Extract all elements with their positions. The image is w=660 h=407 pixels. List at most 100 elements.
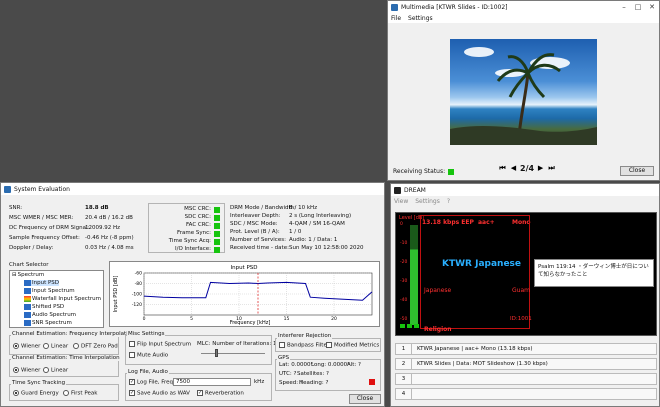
mlc-slider-track[interactable] bbox=[201, 353, 265, 354]
radio-icon bbox=[63, 390, 69, 396]
stat-label: Doppler / Delay: bbox=[9, 245, 54, 251]
mute-audio-checkbox[interactable]: Mute Audio bbox=[129, 352, 168, 359]
service-row-1[interactable]: 1 KTWR Japanese | aac+ Mono (13.18 kbps) bbox=[395, 343, 657, 355]
service-row-4[interactable]: 4 bbox=[395, 388, 657, 400]
collapse-icon[interactable]: ⊟ bbox=[12, 272, 17, 278]
chart-selector-title: Chart Selector bbox=[9, 262, 49, 268]
misc-settings-group bbox=[125, 335, 272, 365]
stat-value: 0.03 Hz / 4.08 ms bbox=[85, 245, 134, 251]
chart-icon bbox=[24, 288, 31, 294]
radio-icon bbox=[73, 343, 79, 349]
radio-icon bbox=[13, 367, 19, 373]
radio-dft-freq[interactable]: DFT Zero Pad bbox=[73, 343, 118, 350]
program-type-label: Religion bbox=[424, 326, 452, 333]
next-slide-icon[interactable]: ▶ bbox=[536, 163, 545, 173]
menu-settings[interactable]: Settings bbox=[408, 15, 433, 22]
first-slide-icon[interactable]: ⏮ bbox=[498, 163, 507, 173]
gps-alt: Alt: ? bbox=[347, 362, 361, 368]
radio-wiener-time[interactable]: Wiener bbox=[13, 367, 40, 374]
gps-long: Long: 0.0000° bbox=[311, 362, 350, 368]
crc-indicator bbox=[214, 215, 220, 221]
y-tick-label: -80 bbox=[135, 281, 142, 287]
station-display: Level [dB] 0 -10 -20 -30 -40 -50 13.18 k… bbox=[395, 212, 657, 336]
service-row-3[interactable]: 3 bbox=[395, 373, 657, 385]
misc-settings-title: Misc Settings bbox=[127, 331, 166, 337]
menu-file[interactable]: File bbox=[391, 15, 401, 22]
checkbox-icon: ✓ bbox=[197, 390, 203, 396]
close-icon[interactable]: ✕ bbox=[645, 3, 659, 11]
x-tick-label: 5 bbox=[190, 316, 193, 322]
radio-linear-time[interactable]: Linear bbox=[43, 367, 68, 374]
level-tick: -20 bbox=[400, 260, 408, 265]
radio-icon bbox=[43, 343, 49, 349]
y-tick-label: -120 bbox=[132, 302, 142, 308]
stat-value: -0.46 Hz (-8 ppm) bbox=[85, 235, 134, 241]
radio-icon bbox=[43, 367, 49, 373]
close-button[interactable]: Close bbox=[620, 166, 654, 176]
country-label: Guam bbox=[512, 287, 530, 294]
minimize-icon[interactable]: – bbox=[617, 3, 631, 11]
level-tick: 0 bbox=[400, 222, 403, 227]
crc-indicator bbox=[214, 207, 220, 213]
mlc-slider-thumb[interactable] bbox=[215, 349, 218, 357]
log-file-title: Log File, Audio bbox=[127, 369, 169, 375]
service-row-2[interactable]: 2 KTWR Slides | Data: MOT Slideshow (1.30… bbox=[395, 358, 657, 370]
maximize-icon[interactable]: □ bbox=[631, 3, 645, 11]
crc-label: SDC CRC: bbox=[184, 214, 211, 220]
param-value: 2 s (Long Interleaving) bbox=[289, 213, 352, 219]
dream-titlebar[interactable]: DREAM bbox=[391, 184, 659, 196]
tree-item-shifted-psd[interactable]: Shifted PSD bbox=[24, 304, 64, 310]
chart-icon bbox=[24, 320, 31, 326]
tree-item-snr-spectrum[interactable]: SNR Spectrum bbox=[24, 320, 72, 326]
radio-guard-energy[interactable]: Guard Energy bbox=[13, 390, 59, 397]
crc-indicator bbox=[214, 247, 220, 253]
tree-item-spectrum[interactable]: ⊟ Spectrum bbox=[12, 272, 44, 278]
system-eval-titlebar[interactable]: System Evaluation bbox=[1, 183, 384, 195]
last-slide-icon[interactable]: ⏭ bbox=[547, 163, 556, 173]
crc-indicator bbox=[214, 231, 220, 237]
time-sync-title: Time Sync Tracking bbox=[11, 380, 67, 386]
stat-value: 18.8 dB bbox=[85, 205, 109, 211]
level-meter-fill bbox=[410, 225, 418, 325]
param-label: SDC / MSC Mode: bbox=[230, 221, 278, 227]
station-info-frame bbox=[420, 215, 530, 329]
radio-first-peak[interactable]: First Peak bbox=[63, 390, 97, 397]
stat-label: Sample Frequency Offset: bbox=[9, 235, 80, 241]
menubar: View Settings ? bbox=[391, 196, 659, 206]
close-button[interactable]: Close bbox=[349, 394, 381, 404]
checkbox-icon bbox=[279, 342, 285, 348]
dream-app-icon bbox=[394, 186, 401, 194]
status-led bbox=[407, 324, 412, 328]
radio-linear-freq[interactable]: Linear bbox=[43, 343, 68, 350]
checkbox-icon bbox=[129, 352, 135, 358]
stat-value: 12009.92 Hz bbox=[85, 225, 121, 231]
menu-settings[interactable]: Settings bbox=[415, 198, 440, 205]
level-tick: -10 bbox=[400, 241, 408, 246]
prev-slide-icon[interactable]: ◀ bbox=[509, 163, 518, 173]
input-psd-plot: Input PSD Frequency [kHz] Input PSD [dB]… bbox=[109, 261, 380, 327]
save-wav-checkbox[interactable]: ✓ Save Audio as WAV bbox=[129, 390, 190, 397]
menu-help[interactable]: ? bbox=[447, 198, 450, 205]
tree-item-audio-spectrum[interactable]: Audio Spectrum bbox=[24, 312, 76, 318]
log-file-checkbox[interactable]: ✓ Log File, Freq bbox=[129, 379, 173, 386]
crc-label: I/O Interface: bbox=[174, 246, 211, 252]
crc-label: MSC CRC: bbox=[184, 206, 211, 212]
reverberation-checkbox[interactable]: ✓ Reverberation bbox=[197, 390, 244, 397]
bandpass-checkbox[interactable]: Bandpass Filter bbox=[279, 342, 329, 349]
freq-input[interactable]: 7500 bbox=[173, 378, 251, 386]
gps-utc: UTC: ? bbox=[279, 371, 297, 377]
tree-item-input-spectrum[interactable]: Input Spectrum bbox=[24, 288, 75, 294]
gps-satellites: Satellites: ? bbox=[297, 371, 329, 377]
chart-selector-tree[interactable]: ⊟ Spectrum Input PSD Input Spectrum Water… bbox=[9, 270, 104, 328]
flip-spectrum-checkbox[interactable]: Flip Input Spectrum bbox=[129, 341, 191, 348]
stat-label: SNR: bbox=[9, 205, 23, 211]
menu-view[interactable]: View bbox=[394, 198, 408, 205]
multimedia-titlebar[interactable]: Multimedia [KTWR Slides - ID:1002] – □ ✕ bbox=[388, 1, 659, 13]
gps-heading: Heading: ? bbox=[299, 380, 329, 386]
modified-metrics-checkbox[interactable]: Modified Metrics bbox=[326, 342, 379, 349]
level-meter bbox=[410, 225, 418, 325]
radio-wiener-freq[interactable]: Wiener bbox=[13, 343, 40, 350]
tree-item-input-psd[interactable]: Input PSD bbox=[24, 280, 60, 286]
slide-navigation: ⏮ ◀ 2/4 ▶ ⏭ bbox=[498, 163, 556, 173]
tree-item-waterfall[interactable]: Waterfall Input Spectrum bbox=[24, 296, 101, 302]
